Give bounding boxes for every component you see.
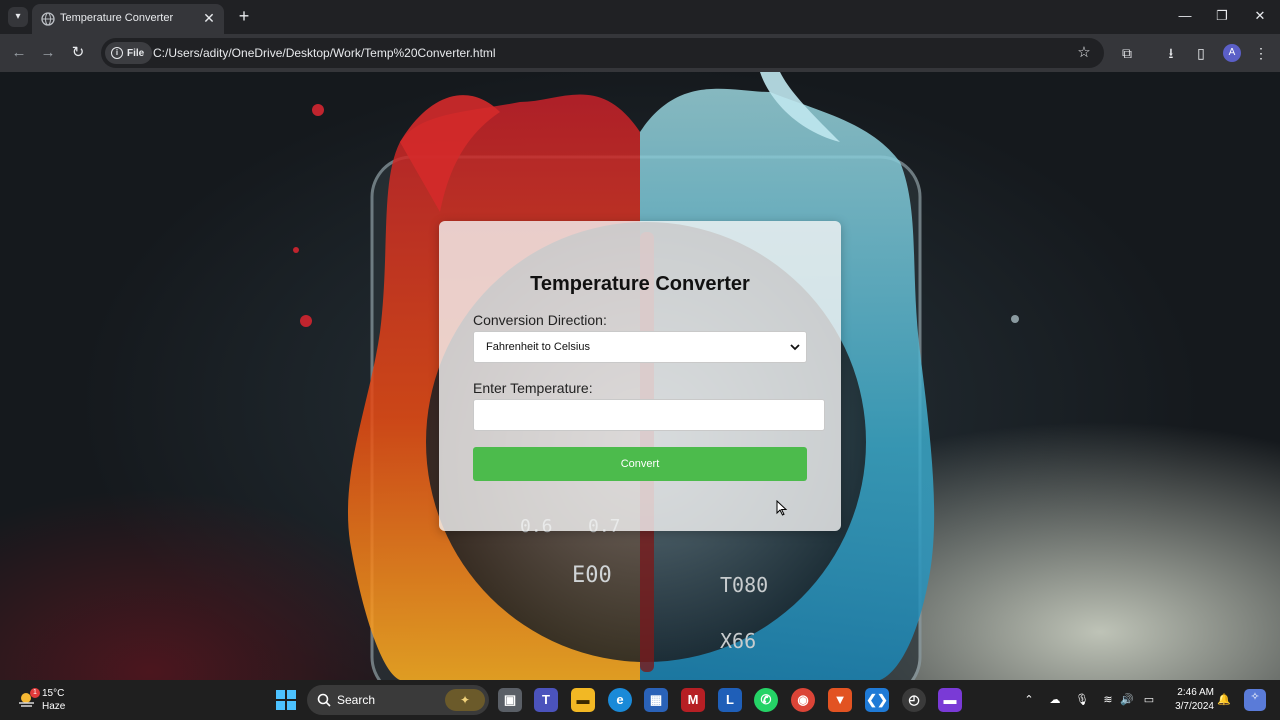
- url-text[interactable]: C:/Users/adity/OneDrive/Desktop/Work/Tem…: [153, 46, 496, 60]
- clock-time[interactable]: 2:46 AM: [1170, 687, 1214, 698]
- mcafee-icon[interactable]: M: [681, 688, 705, 712]
- clock-date[interactable]: 3/7/2024: [1164, 701, 1214, 712]
- converter-card: Temperature Converter Conversion Directi…: [439, 221, 841, 531]
- tab-close-icon[interactable]: ✕: [200, 9, 218, 27]
- back-button[interactable]: ←: [8, 42, 30, 64]
- gauge-mark-t080: T080: [720, 573, 768, 597]
- teams-icon[interactable]: T: [534, 688, 558, 712]
- taskbar-search[interactable]: Search ✦: [307, 685, 489, 715]
- clock-app-icon[interactable]: ◴: [902, 688, 926, 712]
- profile-avatar[interactable]: A: [1223, 44, 1241, 62]
- cloud-sync-icon[interactable]: ☁: [1047, 692, 1063, 708]
- active-tab[interactable]: Temperature Converter ✕: [32, 4, 224, 34]
- temperature-label: Enter Temperature:: [473, 380, 593, 396]
- windows-start-icon[interactable]: [276, 690, 296, 710]
- address-bar[interactable]: i File C:/Users/adity/OneDrive/Desktop/W…: [101, 38, 1104, 68]
- extensions-icon[interactable]: ⧉: [1116, 42, 1138, 64]
- copilot-icon[interactable]: ✧: [1244, 689, 1266, 711]
- page-viewport: E00 T080 X66 0.6 0.7 Temperature Convert…: [0, 72, 1280, 680]
- battery-icon[interactable]: ▭: [1141, 692, 1157, 708]
- brave-icon[interactable]: ▼: [828, 688, 852, 712]
- minimize-button[interactable]: —: [1173, 6, 1197, 26]
- vscode-icon[interactable]: ❮❯: [865, 688, 889, 712]
- direction-selected-value: Fahrenheit to Celsius: [486, 341, 590, 353]
- weather-widget[interactable]: 1 15°C Haze: [16, 686, 86, 714]
- tab-strip: ▾ Temperature Converter ✕ + — ❐ ✕: [0, 0, 1280, 34]
- restore-button[interactable]: ❐: [1210, 6, 1234, 26]
- forward-button[interactable]: →: [37, 42, 59, 64]
- l-app-icon[interactable]: L: [718, 688, 742, 712]
- gauge-mark-e00: E00: [572, 563, 612, 588]
- reload-button[interactable]: ↻: [67, 42, 89, 64]
- direction-label: Conversion Direction:: [473, 312, 607, 328]
- microphone-icon[interactable]: 🎙: [1074, 692, 1090, 708]
- convert-button[interactable]: Convert: [473, 447, 807, 481]
- clipchamp-icon[interactable]: ▬: [938, 688, 962, 712]
- temperature-input[interactable]: [473, 399, 825, 431]
- search-icon: [317, 693, 331, 707]
- side-panel-icon[interactable]: ▯: [1190, 42, 1212, 64]
- volume-icon[interactable]: 🔊: [1119, 692, 1135, 708]
- tray-overflow-icon[interactable]: ⌃: [1021, 692, 1037, 708]
- weather-temp: 15°C: [42, 688, 65, 699]
- gauge-mark-x66: X66: [720, 629, 756, 653]
- tab-search-button[interactable]: ▾: [8, 7, 28, 27]
- close-window-button[interactable]: ✕: [1248, 6, 1272, 26]
- mouse-cursor-icon: [776, 500, 788, 516]
- info-icon: i: [111, 47, 123, 59]
- site-chip-label: File: [127, 47, 145, 59]
- whatsapp-icon[interactable]: ✆: [754, 688, 778, 712]
- edge-icon[interactable]: e: [608, 688, 632, 712]
- chrome-icon[interactable]: ◉: [791, 688, 815, 712]
- new-tab-button[interactable]: +: [234, 6, 254, 26]
- site-info-chip[interactable]: i File: [105, 42, 153, 64]
- search-label: Search: [337, 693, 376, 707]
- weather-condition: Haze: [42, 701, 66, 712]
- browser-toolbar: ← → ↻ i File C:/Users/adity/OneDrive/Des…: [0, 34, 1280, 72]
- globe-icon: [41, 12, 55, 26]
- page-title: Temperature Converter: [530, 273, 750, 295]
- notification-bell-icon[interactable]: 🔔: [1216, 692, 1232, 708]
- weather-badge: 1: [30, 688, 40, 698]
- taskbar: 1 15°C Haze Search ✦ ▣ T ▬ e ▦ M L ✆ ◉ ▼…: [0, 680, 1280, 720]
- bookmark-star-icon[interactable]: ☆: [1074, 43, 1094, 63]
- wifi-icon[interactable]: ≋: [1100, 692, 1116, 708]
- chevron-down-icon: [790, 344, 800, 351]
- tab-title: Temperature Converter: [60, 12, 174, 24]
- menu-kebab-icon[interactable]: ⋮: [1250, 42, 1272, 64]
- search-highlight-icon: ✦: [445, 689, 485, 711]
- download-icon[interactable]: ⭳: [1160, 42, 1182, 64]
- store-icon[interactable]: ▦: [644, 688, 668, 712]
- direction-select[interactable]: Fahrenheit to Celsius: [473, 331, 807, 363]
- task-view-icon[interactable]: ▣: [498, 688, 522, 712]
- file-explorer-icon[interactable]: ▬: [571, 688, 595, 712]
